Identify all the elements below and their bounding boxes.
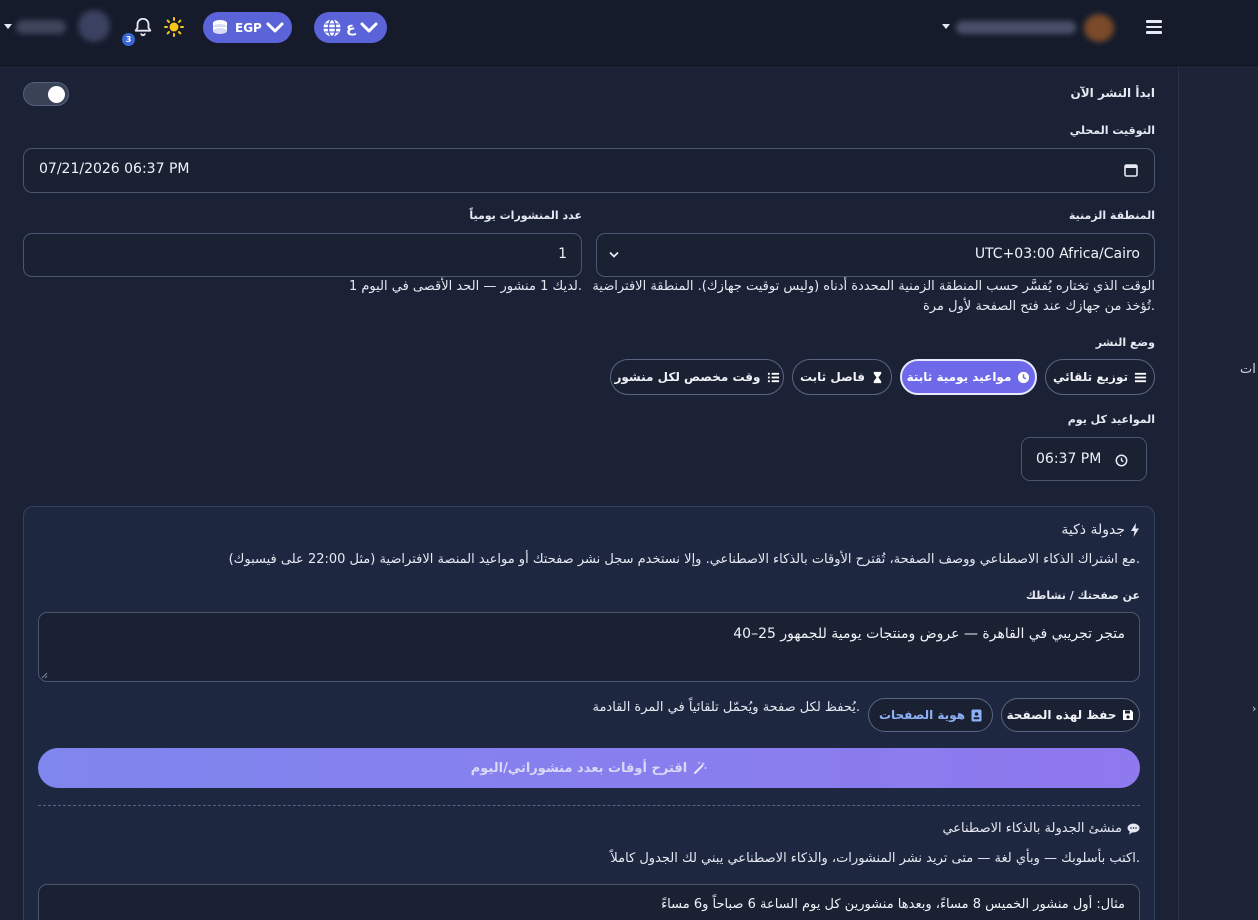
chevron-down-icon: [360, 22, 378, 32]
currency-selector[interactable]: EGP: [203, 12, 292, 43]
calendar-icon[interactable]: [1124, 163, 1138, 177]
mode-label: مواعيد يومية ثابتة: [906, 370, 1012, 384]
brand-logo-blurred[interactable]: [950, 14, 1120, 42]
suggest-times-button[interactable]: اقترح أوقات بعدد منشوراتي/اليوم: [38, 748, 1140, 788]
section-divider: [38, 805, 1140, 806]
publish-now-label: ابدأ النشر الآن: [1070, 86, 1155, 100]
mode-label: توزيع تلقائي: [1052, 370, 1128, 384]
about-page-label: عن صفحتك / نشاطك: [1025, 589, 1140, 602]
brand-menu-caret-icon[interactable]: [942, 24, 950, 29]
timezone-value: UTC+03:00 Africa/Cairo: [974, 246, 1140, 262]
hourglass-icon: [873, 371, 882, 383]
posts-per-day-input[interactable]: 1: [23, 233, 582, 277]
save-note: يُحفظ لكل صفحة ويُحمّل تلقائياً في المرة…: [592, 700, 860, 715]
daily-time-input[interactable]: 06:37 PM: [1021, 437, 1147, 481]
user-menu-caret-icon[interactable]: [4, 24, 12, 29]
save-for-page-label: حفظ لهذه الصفحة: [1006, 708, 1117, 722]
mode-label: فاصل ثابت: [799, 370, 866, 384]
chevron-down-icon: [266, 22, 284, 32]
language-selector[interactable]: ع: [314, 12, 387, 43]
page-identity-label: هوية الصفحات: [878, 708, 966, 722]
toggle-knob: [48, 86, 65, 103]
list-icon: [1134, 372, 1147, 382]
daily-times-label: المواعيد كل يوم: [1067, 413, 1155, 426]
mode-fixed-daily-button[interactable]: مواعيد يومية ثابتة: [900, 359, 1037, 395]
smart-schedule-description: مع اشتراك الذكاء الاصطناعي ووصف الصفحة، …: [228, 552, 1140, 567]
list-ordered-icon: [767, 372, 779, 382]
mode-auto-distribute-button[interactable]: توزيع تلقائي: [1045, 359, 1155, 395]
ai-builder-input[interactable]: مثال: أول منشور الخميس 8 مساءً، وبعدها م…: [38, 884, 1140, 920]
save-icon: [1123, 710, 1134, 720]
side-panel-label[interactable]: ات: [1240, 362, 1256, 377]
timezone-help-line2: تُؤخذ من جهازك عند فتح الصفحة لأول مرة.: [922, 299, 1155, 314]
id-badge-icon: [971, 709, 982, 721]
ai-builder-input-value: مثال: أول منشور الخميس 8 مساءً، وبعدها م…: [661, 897, 1125, 912]
publish-now-toggle[interactable]: [23, 82, 69, 106]
lightning-icon: [1131, 523, 1139, 537]
ai-builder-title-text: منشئ الجدولة بالذكاء الاصطناعي: [942, 821, 1122, 836]
chevron-down-icon: [609, 251, 619, 258]
page-identity-button[interactable]: هوية الصفحات: [868, 698, 993, 732]
timezone-help-line1: الوقت الذي تختاره يُفسَّر حسب المنطقة ال…: [592, 279, 1155, 294]
clock-icon[interactable]: [1115, 454, 1128, 467]
posts-per-day-label: عدد المنشورات يومياً: [469, 209, 582, 222]
local-time-input[interactable]: 07/21/2026 06:37 PM: [23, 148, 1155, 193]
notification-count-badge: 3: [122, 33, 135, 46]
bell-icon[interactable]: [132, 16, 154, 38]
timezone-label: المنطقة الزمنية: [1068, 209, 1155, 222]
side-panel: [1178, 66, 1258, 920]
coins-icon: [213, 19, 227, 34]
smart-schedule-title: جدولة ذكية: [1061, 522, 1140, 538]
user-name-blurred[interactable]: [16, 20, 66, 34]
suggest-times-label: اقترح أوقات بعدد منشوراتي/اليوم: [470, 760, 688, 776]
language-label: ع: [346, 19, 356, 36]
ai-builder-description: اكتب بأسلوبك — وبأي لغة — متى تريد نشر ا…: [610, 851, 1140, 866]
posts-per-day-help: لديك 1 منشور — الحد الأقصى في اليوم 1.: [348, 279, 582, 294]
publish-mode-label: وضع النشر: [1095, 336, 1155, 349]
timezone-select[interactable]: UTC+03:00 Africa/Cairo: [596, 233, 1155, 277]
posts-per-day-value: 1: [558, 246, 567, 262]
resize-handle-icon[interactable]: [41, 672, 48, 679]
mode-custom-per-post-button[interactable]: وقت مخصص لكل منشور: [610, 359, 784, 395]
currency-label: EGP: [235, 20, 262, 35]
save-for-page-button[interactable]: حفظ لهذه الصفحة: [1001, 698, 1140, 732]
about-page-value: متجر تجريبي في القاهرة — عروض ومنتجات يو…: [733, 626, 1125, 642]
mode-label: وقت مخصص لكل منشور: [614, 370, 761, 384]
hamburger-menu-icon[interactable]: [1146, 20, 1162, 34]
avatar[interactable]: [78, 10, 110, 42]
about-page-textarea[interactable]: متجر تجريبي في القاهرة — عروض ومنتجات يو…: [38, 612, 1140, 682]
mode-fixed-interval-button[interactable]: فاصل ثابت: [792, 359, 892, 395]
daily-time-value: 06:37 PM: [1036, 451, 1102, 467]
globe-icon: [323, 18, 341, 37]
local-time-label: التوقيت المحلي: [1069, 124, 1155, 137]
sun-icon[interactable]: [164, 17, 184, 37]
smart-schedule-title-text: جدولة ذكية: [1061, 522, 1125, 538]
local-time-value: 07/21/2026 06:37 PM: [39, 161, 190, 177]
ai-builder-title: منشئ الجدولة بالذكاء الاصطناعي: [942, 821, 1140, 836]
clock-icon: [1018, 371, 1030, 383]
top-bar: 3 EGP ع: [0, 0, 1258, 66]
chat-bubble-icon: [1127, 823, 1140, 834]
magic-wand-icon: [694, 762, 707, 774]
side-panel-marker: ›: [1252, 702, 1257, 715]
